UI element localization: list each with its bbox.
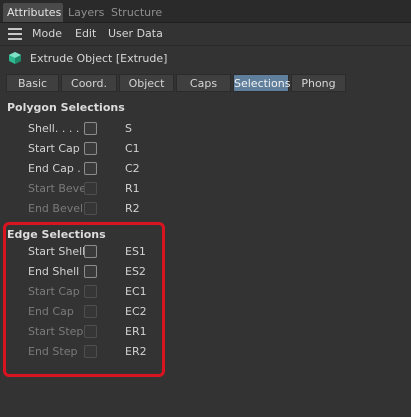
polygon-selections-title: Polygon Selections [7, 101, 125, 114]
menu-mode[interactable]: Mode [32, 23, 62, 45]
tab-coord[interactable]: Coord. [61, 74, 117, 92]
end-cap-value: C2 [125, 162, 140, 175]
extrude-object-icon [9, 52, 21, 64]
edge-selections-highlight-box [3, 222, 165, 377]
start-bevel-label: Start Bevel [28, 182, 90, 195]
tab-phong[interactable]: Phong [291, 74, 346, 92]
start-cap-label: Start Cap [28, 142, 80, 155]
tab-attributes[interactable]: Attributes [3, 3, 63, 22]
panel-tab-bar: Attributes Layers Structure [0, 0, 411, 23]
end-bevel-checkbox [84, 202, 97, 215]
shell-label: Shell. . . . . [28, 122, 87, 135]
tab-basic[interactable]: Basic [6, 74, 59, 92]
hamburger-icon[interactable] [8, 28, 22, 40]
shell-value: S [125, 122, 132, 135]
start-cap-value: C1 [125, 142, 140, 155]
end-cap-label: End Cap . [28, 162, 81, 175]
end-bevel-label: End Bevel [28, 202, 84, 215]
menu-bar: Mode Edit User Data [0, 23, 411, 46]
tab-selections[interactable]: Selections [233, 74, 290, 92]
start-bevel-value: R1 [125, 182, 140, 195]
start-cap-checkbox[interactable] [84, 142, 97, 155]
tab-layers[interactable]: Layers [64, 3, 106, 22]
object-title: Extrude Object [Extrude] [30, 52, 168, 65]
end-bevel-value: R2 [125, 202, 140, 215]
tab-caps[interactable]: Caps [176, 74, 231, 92]
menu-edit[interactable]: Edit [75, 23, 96, 45]
tab-object[interactable]: Object [119, 74, 174, 92]
tab-structure[interactable]: Structure [107, 3, 163, 22]
end-cap-checkbox[interactable] [84, 162, 97, 175]
start-bevel-checkbox [84, 182, 97, 195]
shell-checkbox[interactable] [84, 122, 97, 135]
menu-user-data[interactable]: User Data [108, 23, 163, 45]
